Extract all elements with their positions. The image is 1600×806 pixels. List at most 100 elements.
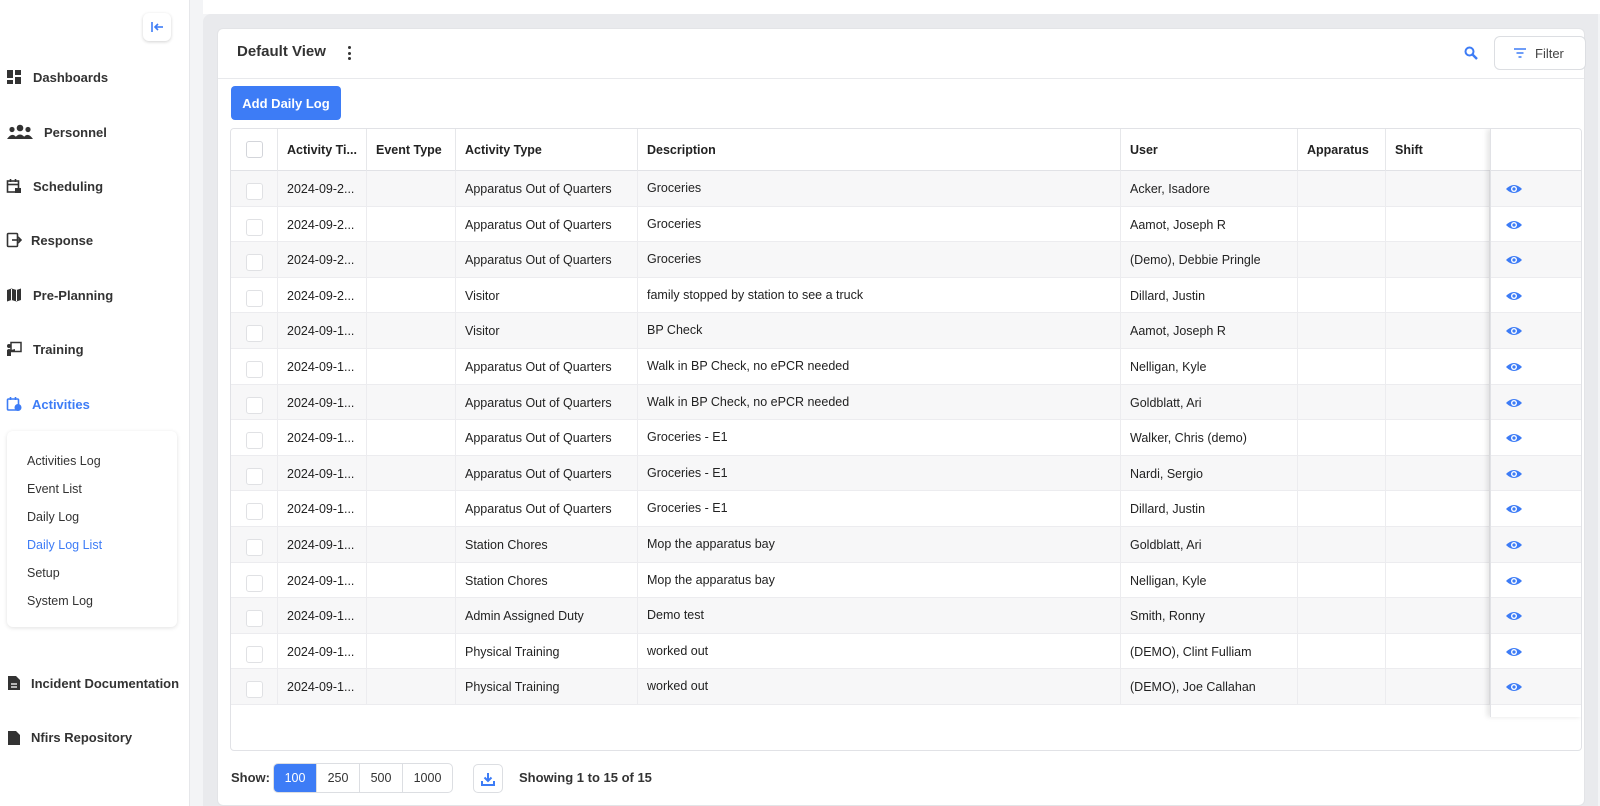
- page-size-100[interactable]: 100: [274, 764, 317, 792]
- table-row[interactable]: 2024-09-1... Admin Assigned Duty Demo test…: [231, 598, 1581, 635]
- table-row[interactable]: 2024-09-1... Apparatus Out of Quarters Gro…: [231, 491, 1581, 528]
- row-checkbox[interactable]: [246, 645, 263, 663]
- column-header-description[interactable]: Description: [638, 129, 1121, 171]
- view-eye-icon[interactable]: [1505, 219, 1523, 231]
- row-checkbox[interactable]: [246, 254, 263, 272]
- table-row[interactable]: 2024-09-1... Physical Training worked out(…: [231, 633, 1581, 670]
- submenu-system-log[interactable]: System Log: [27, 594, 93, 608]
- page-size-1000[interactable]: 1000: [403, 764, 452, 792]
- nav-dashboards[interactable]: Dashboards: [0, 62, 189, 92]
- submenu-event-list[interactable]: Event List: [27, 482, 82, 496]
- table-row[interactable]: 2024-09-1... Station Chores Mop the appara…: [231, 527, 1581, 563]
- event-type-cell: [367, 598, 456, 635]
- table-row[interactable]: 2024-09-1... Apparatus Out of Quarters Wal…: [231, 349, 1581, 385]
- filter-button[interactable]: Filter: [1494, 36, 1586, 70]
- row-checkbox[interactable]: [246, 503, 263, 521]
- nav-activities[interactable]: Activities: [0, 389, 189, 419]
- view-eye-icon[interactable]: [1505, 681, 1523, 693]
- submenu-activities-log[interactable]: Activities Log: [27, 454, 101, 468]
- nav-pre-planning[interactable]: Pre-Planning: [0, 280, 189, 310]
- row-checkbox[interactable]: [246, 432, 263, 450]
- nav-response[interactable]: Response: [0, 225, 189, 255]
- shift-cell: [1386, 171, 1490, 207]
- view-eye-icon[interactable]: [1505, 610, 1523, 622]
- row-checkbox[interactable]: [246, 396, 263, 414]
- apparatus-cell: [1298, 349, 1386, 385]
- description-cell: Groceries - E1: [638, 455, 1121, 492]
- table-row[interactable]: 2024-09-2... Apparatus Out of Quarters Gro…: [231, 171, 1581, 207]
- apparatus-cell: [1298, 669, 1386, 706]
- view-eye-icon[interactable]: [1505, 646, 1523, 658]
- column-header-activity-time[interactable]: Activity Ti...: [278, 129, 367, 171]
- description-cell: family stopped by station to see a truck: [638, 277, 1121, 314]
- collapse-sidebar-button[interactable]: [143, 13, 171, 41]
- activity-time-cell: 2024-09-2...: [278, 171, 367, 207]
- table-row[interactable]: 2024-09-2... Apparatus Out of Quarters Gro…: [231, 242, 1581, 279]
- view-eye-icon[interactable]: [1505, 254, 1523, 266]
- nav-personnel[interactable]: Personnel: [0, 117, 189, 147]
- column-header-activity-type[interactable]: Activity Type: [456, 129, 638, 171]
- download-button[interactable]: [473, 764, 503, 793]
- user-cell: Aamot, Joseph R: [1121, 313, 1298, 350]
- row-checkbox[interactable]: [246, 289, 263, 307]
- nav-label: Personnel: [44, 124, 107, 140]
- row-checkbox[interactable]: [246, 539, 263, 556]
- view-eye-icon[interactable]: [1505, 539, 1523, 551]
- nav-incident-documentation[interactable]: Incident Documentation: [0, 668, 189, 698]
- nav-nfirs-repository[interactable]: Nfirs Repository: [0, 722, 189, 746]
- view-eye-icon[interactable]: [1505, 432, 1523, 444]
- description-cell: worked out: [638, 633, 1121, 670]
- column-header-shift[interactable]: Shift: [1386, 129, 1490, 171]
- table-row[interactable]: 2024-09-2... Apparatus Out of Quarters Gro…: [231, 206, 1581, 243]
- row-checkbox[interactable]: [246, 681, 263, 699]
- page-size-250[interactable]: 250: [317, 764, 360, 792]
- select-all-checkbox[interactable]: [246, 141, 263, 158]
- nav-scheduling[interactable]: Scheduling: [0, 171, 189, 201]
- view-eye-icon[interactable]: [1505, 575, 1523, 587]
- view-eye-icon[interactable]: [1505, 325, 1523, 337]
- view-eye-icon[interactable]: [1505, 468, 1523, 480]
- view-eye-icon[interactable]: [1505, 290, 1523, 302]
- table-row[interactable]: 2024-09-1... Apparatus Out of Quarters Gro…: [231, 420, 1581, 457]
- description-cell: Walk in BP Check, no ePCR needed: [638, 349, 1121, 385]
- column-header-user[interactable]: User: [1121, 129, 1298, 171]
- view-eye-icon[interactable]: [1505, 503, 1523, 515]
- view-options-icon[interactable]: [345, 45, 353, 61]
- training-icon: [7, 341, 22, 356]
- row-checkbox[interactable]: [246, 361, 263, 378]
- column-header-event-type[interactable]: Event Type: [367, 129, 456, 171]
- add-daily-log-button[interactable]: Add Daily Log: [231, 86, 341, 120]
- row-select-cell: [231, 598, 278, 635]
- row-checkbox[interactable]: [246, 574, 263, 592]
- row-checkbox[interactable]: [246, 325, 263, 343]
- table-row[interactable]: 2024-09-1... Station Chores Mop the appara…: [231, 562, 1581, 599]
- view-eye-icon[interactable]: [1505, 183, 1523, 195]
- activity-time-cell: 2024-09-2...: [278, 277, 367, 314]
- table-row[interactable]: 2024-09-2... Visitor family stopped by sta…: [231, 277, 1581, 314]
- submenu-setup[interactable]: Setup: [27, 566, 60, 580]
- row-checkbox[interactable]: [246, 467, 263, 485]
- calendar-icon: [6, 179, 21, 193]
- table-row[interactable]: 2024-09-1... Physical Training worked out(…: [231, 669, 1581, 706]
- description-cell: Walk in BP Check, no ePCR needed: [638, 384, 1121, 421]
- column-header-apparatus[interactable]: Apparatus: [1298, 129, 1386, 171]
- table-row[interactable]: 2024-09-1... Visitor BP Check Aamot, Joseph…: [231, 313, 1581, 350]
- description-cell: Groceries - E1: [638, 491, 1121, 528]
- search-button[interactable]: [1460, 42, 1482, 64]
- event-type-cell: [367, 491, 456, 528]
- view-eye-icon[interactable]: [1505, 361, 1523, 373]
- row-checkbox[interactable]: [246, 218, 263, 236]
- table-row[interactable]: 2024-09-1... Apparatus Out of Quarters Gro…: [231, 455, 1581, 492]
- submenu-daily-log[interactable]: Daily Log: [27, 510, 79, 524]
- nav-training[interactable]: Training: [0, 334, 189, 364]
- row-checkbox[interactable]: [246, 610, 263, 628]
- user-cell: Nelligan, Kyle: [1121, 349, 1298, 385]
- row-checkbox[interactable]: [246, 183, 263, 200]
- submenu-daily-log-list[interactable]: Daily Log List: [27, 538, 102, 552]
- table-row[interactable]: 2024-09-1... Apparatus Out of Quarters Wal…: [231, 384, 1581, 421]
- page-size-500[interactable]: 500: [360, 764, 403, 792]
- header-divider: [218, 78, 1584, 79]
- apparatus-cell: [1298, 384, 1386, 421]
- view-eye-icon[interactable]: [1505, 397, 1523, 409]
- activity-time-cell: 2024-09-1...: [278, 669, 367, 706]
